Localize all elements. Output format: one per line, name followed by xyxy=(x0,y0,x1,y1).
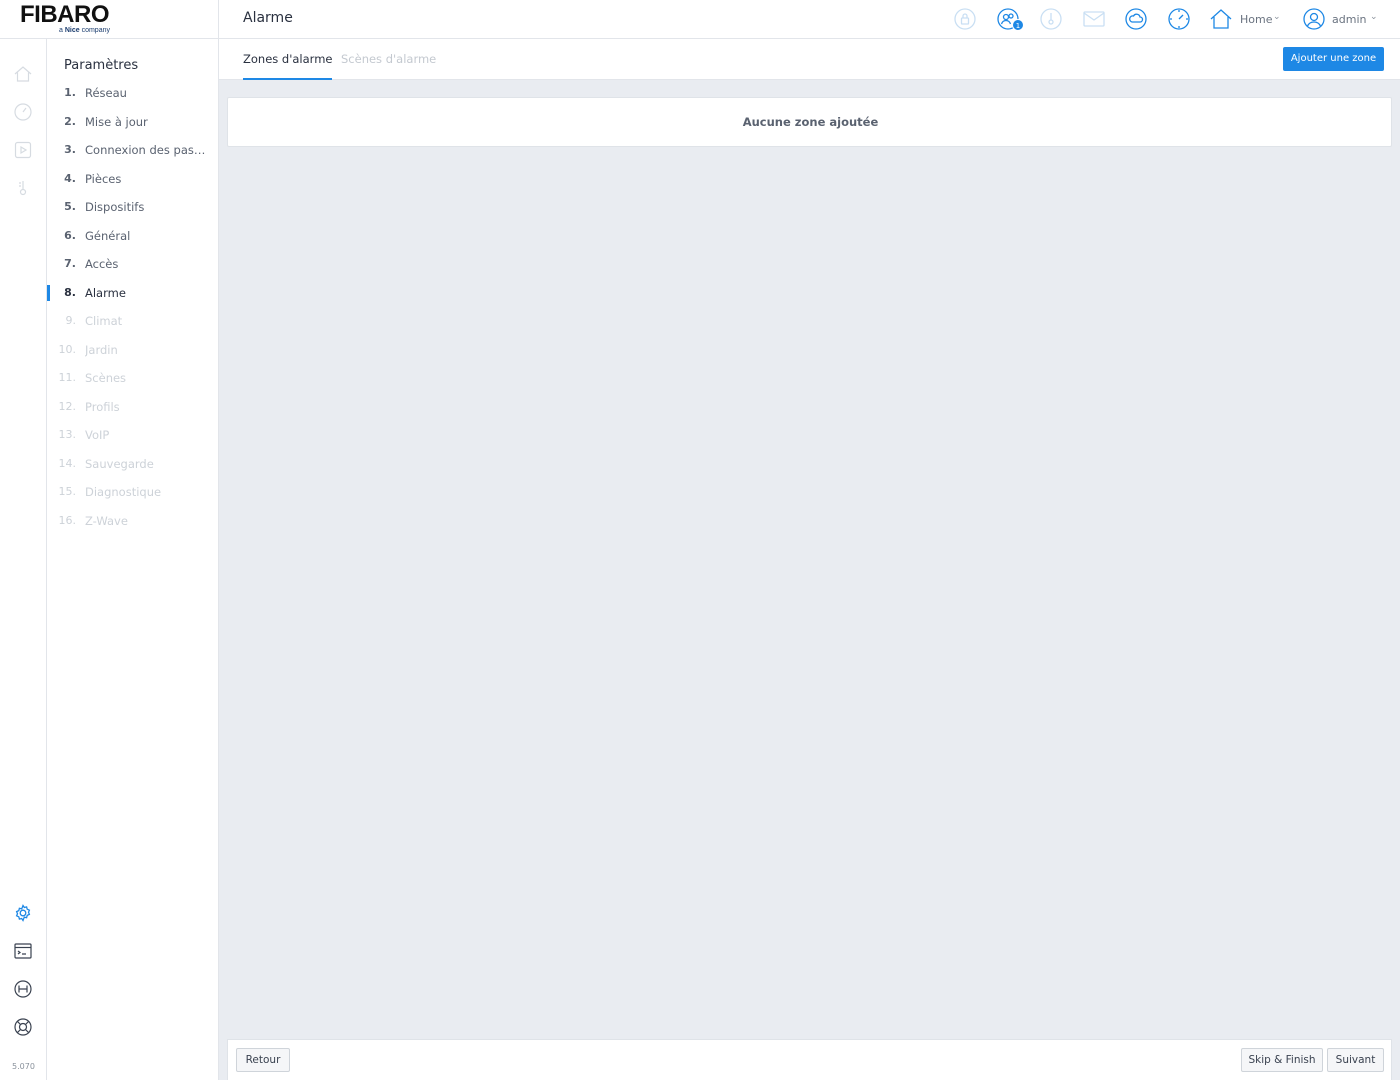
chevron-down-icon[interactable]: ⌄ xyxy=(1370,12,1378,22)
page-title: Alarme xyxy=(243,10,293,26)
step-label: Profils xyxy=(85,400,120,414)
step-dispositifs[interactable]: 5. Dispositifs xyxy=(47,197,219,217)
step-label: Dispositifs xyxy=(85,200,145,214)
step-scenes: 11. Scènes xyxy=(47,368,219,388)
climate-icon[interactable] xyxy=(13,178,33,198)
help-lifebuoy-icon[interactable] xyxy=(13,1017,33,1037)
logo-tagline: a Nice company xyxy=(59,27,110,34)
icon-rail: 5.070 xyxy=(0,39,47,1080)
step-diagnostique: 15. Diagnostique xyxy=(47,482,219,502)
step-number: 5. xyxy=(64,200,76,213)
empty-state-card: Aucune zone ajoutée xyxy=(227,97,1392,147)
step-connexion-passerelles[interactable]: 3. Connexion des passe... xyxy=(47,140,219,160)
step-number: 12. xyxy=(58,400,77,413)
empty-state-message: Aucune zone ajoutée xyxy=(742,115,879,129)
step-sauvegarde: 14. Sauvegarde xyxy=(47,454,219,474)
next-button[interactable]: Suivant xyxy=(1327,1048,1384,1072)
step-label: Mise à jour xyxy=(85,115,148,129)
step-pieces[interactable]: 4. Pièces xyxy=(47,169,219,189)
step-label: Climat xyxy=(85,314,123,328)
step-number: 11. xyxy=(58,371,77,384)
step-jardin: 10. Jardin xyxy=(47,340,219,360)
step-label: Z-Wave xyxy=(85,514,128,528)
chevron-down-icon[interactable]: ⌄ xyxy=(1273,12,1281,22)
step-voip: 13. VoIP xyxy=(47,425,219,445)
step-number: 2. xyxy=(64,115,76,128)
add-zone-button[interactable]: Ajouter une zone xyxy=(1283,47,1384,71)
mail-icon[interactable] xyxy=(1082,7,1106,31)
step-number: 4. xyxy=(64,172,76,185)
settings-sidebar: Paramètres 1. Réseau 2. Mise à jour 3. Conn… xyxy=(47,39,219,1080)
step-number: 15. xyxy=(58,485,77,498)
network-icon[interactable] xyxy=(13,979,33,999)
step-number: 9. xyxy=(65,314,77,327)
sidebar-title: Paramètres xyxy=(64,58,139,73)
step-general[interactable]: 6. Général xyxy=(47,226,219,246)
step-label: Réseau xyxy=(85,86,127,100)
tab-zones-alarme[interactable]: Zones d'alarme xyxy=(243,52,333,80)
logo-text: FIBARO xyxy=(20,1,110,28)
home-icon[interactable] xyxy=(1209,7,1233,31)
step-number: 3. xyxy=(64,143,76,156)
clock-icon[interactable] xyxy=(1167,7,1191,31)
step-z-wave: 16. Z-Wave xyxy=(47,511,219,531)
step-number: 10. xyxy=(58,343,77,356)
back-button[interactable]: Retour xyxy=(236,1048,290,1072)
step-number: 16. xyxy=(58,514,77,527)
step-label: Accès xyxy=(85,257,119,271)
wizard-footer: Retour Skip & Finish Suivant xyxy=(227,1039,1392,1080)
version-label: 5.070 xyxy=(12,1062,35,1071)
users-icon[interactable]: 1 xyxy=(996,7,1024,31)
scenes-icon[interactable] xyxy=(13,140,33,160)
user-menu[interactable]: admin xyxy=(1332,13,1366,26)
user-avatar-icon[interactable] xyxy=(1302,7,1326,31)
step-number: 14. xyxy=(58,457,77,470)
step-number: 1. xyxy=(64,86,76,99)
step-label: Alarme xyxy=(85,286,126,300)
home-icon[interactable] xyxy=(13,64,33,84)
header-divider xyxy=(218,0,219,39)
step-acces[interactable]: 7. Accès xyxy=(47,254,219,274)
step-label: VoIP xyxy=(85,428,110,442)
home-selector[interactable]: Home xyxy=(1240,13,1272,26)
step-mise-a-jour[interactable]: 2. Mise à jour xyxy=(47,112,219,132)
step-label: Connexion des passe... xyxy=(85,143,211,157)
settings-gear-icon[interactable] xyxy=(13,903,33,923)
tab-scenes-alarme[interactable]: Scènes d'alarme xyxy=(341,52,436,80)
step-label: Scènes xyxy=(85,371,127,385)
step-reseau[interactable]: 1. Réseau xyxy=(47,83,219,103)
terminal-icon[interactable] xyxy=(13,941,33,961)
step-label: Pièces xyxy=(85,172,122,186)
step-number: 6. xyxy=(64,229,76,242)
fibaro-logo[interactable]: FIBARO a Nice company xyxy=(20,2,220,38)
step-label: Sauvegarde xyxy=(85,457,154,471)
dashboard-icon[interactable] xyxy=(13,102,33,122)
step-number: 7. xyxy=(64,257,76,270)
step-label: Général xyxy=(85,229,131,243)
step-label: Diagnostique xyxy=(85,485,162,499)
step-label: Jardin xyxy=(85,343,118,357)
step-climat: 9. Climat xyxy=(47,311,219,331)
step-number: 13. xyxy=(58,428,77,441)
step-number: 8. xyxy=(64,286,76,299)
main-content: Zones d'alarme Scènes d'alarme Ajouter u… xyxy=(219,39,1400,1080)
step-profils: 12. Profils xyxy=(47,397,219,417)
top-header: FIBARO a Nice company Alarme 1 Home ⌄ ad… xyxy=(0,0,1400,39)
weather-icon[interactable] xyxy=(1124,7,1148,31)
thermometer-icon[interactable] xyxy=(1039,7,1063,31)
notification-badge: 1 xyxy=(1012,19,1024,31)
tab-bar: Zones d'alarme Scènes d'alarme Ajouter u… xyxy=(219,39,1400,80)
step-alarme[interactable]: 8. Alarme xyxy=(47,283,219,303)
lock-icon[interactable] xyxy=(953,7,977,31)
skip-finish-button[interactable]: Skip & Finish xyxy=(1241,1048,1323,1072)
